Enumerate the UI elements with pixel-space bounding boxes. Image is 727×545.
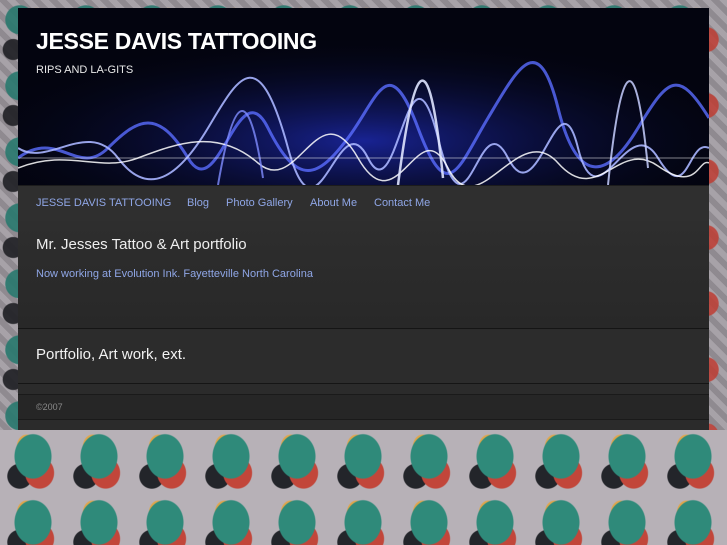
nav-item-home[interactable]: JESSE DAVIS TATTOOING (36, 197, 171, 209)
footer: ©2007 (18, 394, 709, 420)
nav-item-contact-me[interactable]: Contact Me (374, 197, 430, 209)
intro-section: Mr. Jesses Tattoo & Art portfolio Now wo… (18, 221, 709, 329)
tattoo-tile-background (0, 430, 727, 545)
site-title[interactable]: JESSE DAVIS TATTOOING (36, 28, 317, 55)
site-tagline: RIPS AND LA-GITS (36, 64, 134, 76)
header-banner: JESSE DAVIS TATTOOING RIPS AND LA-GITS (18, 8, 709, 185)
nav-item-blog[interactable]: Blog (187, 197, 209, 209)
copyright-text: ©2007 (36, 402, 63, 412)
portfolio-heading: Portfolio, Art work, ext. (36, 346, 187, 363)
intro-link[interactable]: Now working at Evolution Ink. Fayettevil… (36, 268, 313, 280)
page-heading: Mr. Jesses Tattoo & Art portfolio (36, 236, 247, 253)
portfolio-section: Portfolio, Art work, ext. (18, 330, 709, 384)
page-container: JESSE DAVIS TATTOOING RIPS AND LA-GITS J… (18, 8, 709, 430)
nav-item-photo-gallery[interactable]: Photo Gallery (226, 197, 293, 209)
nav-item-about-me[interactable]: About Me (310, 197, 357, 209)
main-nav: JESSE DAVIS TATTOOING Blog Photo Gallery… (18, 185, 709, 222)
